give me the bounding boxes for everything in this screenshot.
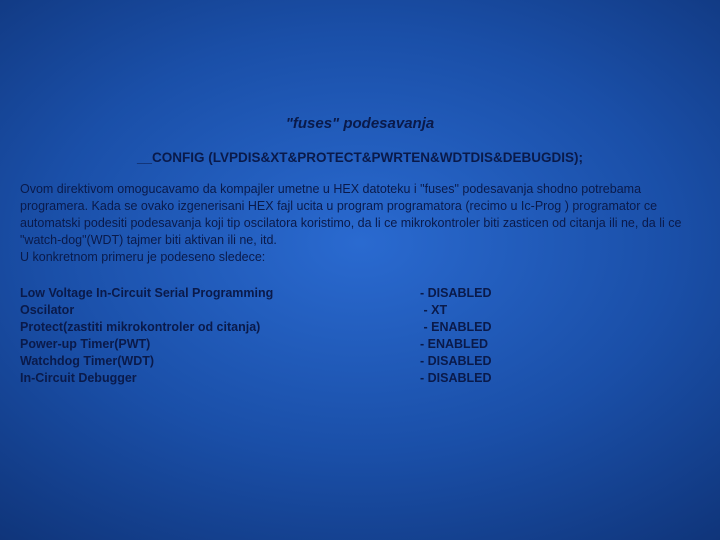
setting-value: - ENABLED: [420, 319, 560, 336]
setting-label: Watchdog Timer(WDT): [20, 353, 420, 370]
setting-label: Power-up Timer(PWT): [20, 336, 420, 353]
settings-labels-column: Low Voltage In-Circuit Serial Programmin…: [20, 285, 420, 386]
setting-label: In-Circuit Debugger: [20, 370, 420, 387]
setting-value: - XT: [420, 302, 560, 319]
config-directive: __CONFIG (LVPDIS&XT&PROTECT&PWRTEN&WDTDI…: [20, 150, 700, 165]
setting-label: Low Voltage In-Circuit Serial Programmin…: [20, 285, 420, 302]
setting-value: - DISABLED: [420, 285, 560, 302]
setting-label: Protect(zastiti mikrokontroler od citanj…: [20, 319, 420, 336]
slide-content: "fuses" podesavanja __CONFIG (LVPDIS&XT&…: [20, 115, 700, 387]
description-paragraph: Ovom direktivom omogucavamo da kompajler…: [20, 181, 700, 265]
slide-title: "fuses" podesavanja: [20, 115, 700, 132]
setting-label: Oscilator: [20, 302, 420, 319]
setting-value: - DISABLED: [420, 370, 560, 387]
settings-table: Low Voltage In-Circuit Serial Programmin…: [20, 285, 700, 386]
setting-value: - ENABLED: [420, 336, 560, 353]
settings-values-column: - DISABLED - XT - ENABLED - ENABLED - DI…: [420, 285, 560, 386]
setting-value: - DISABLED: [420, 353, 560, 370]
